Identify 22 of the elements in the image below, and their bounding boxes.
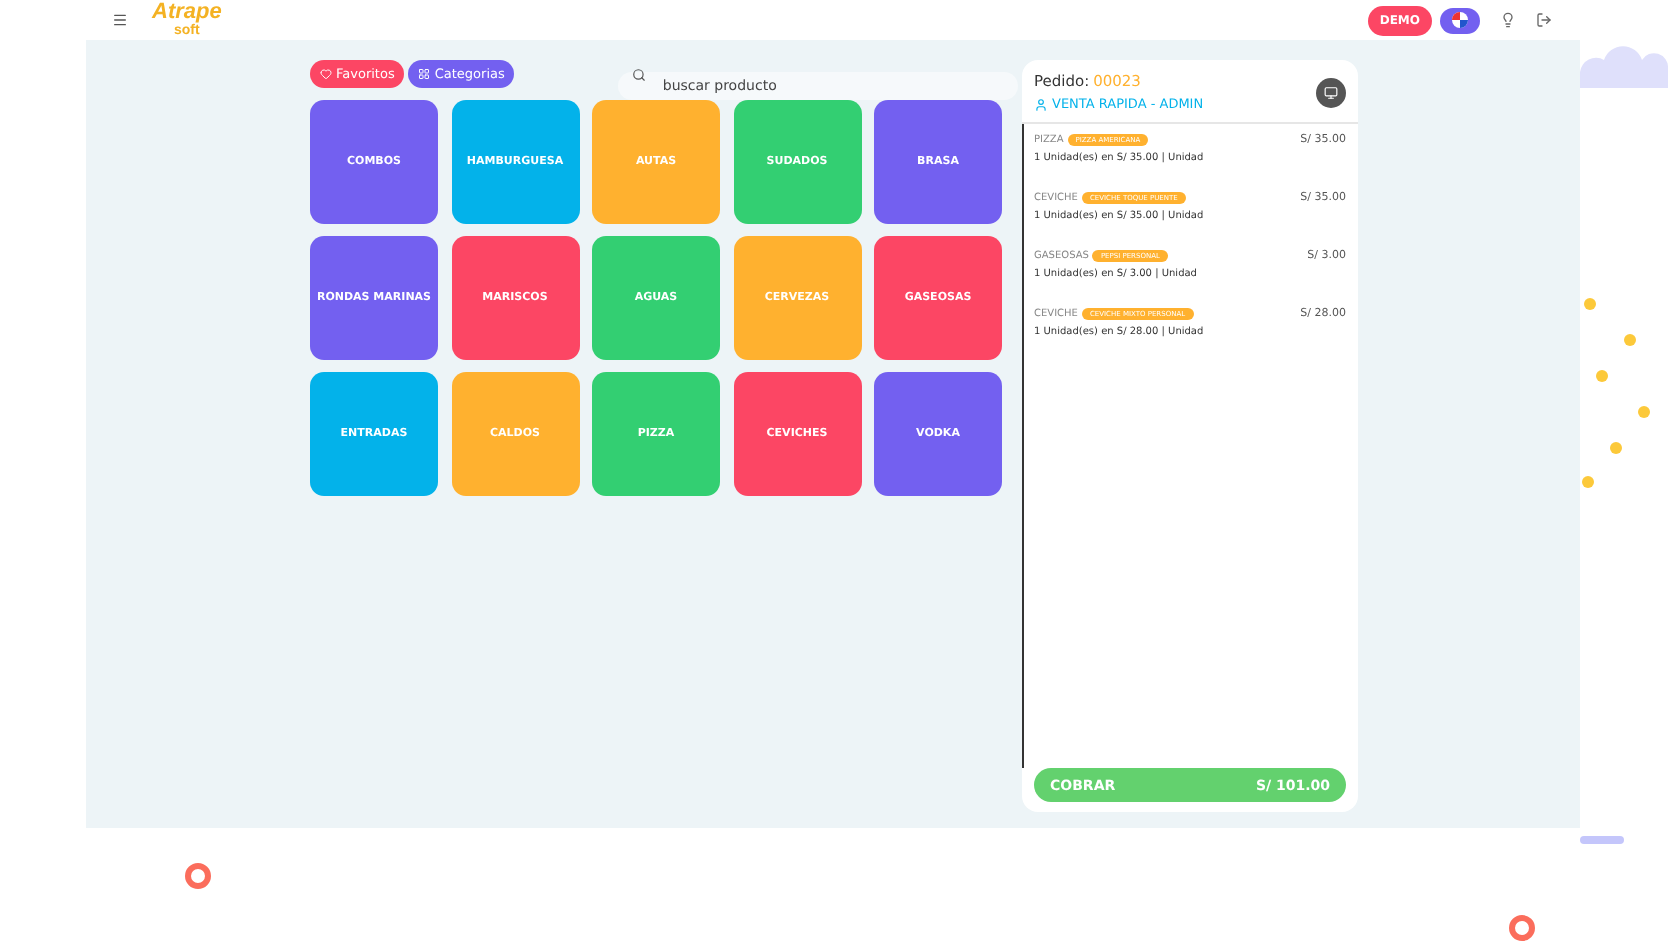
dot-icon: [1582, 476, 1594, 488]
flag-icon: [1452, 12, 1468, 28]
dot-icon: [1610, 442, 1622, 454]
logout-icon[interactable]: [1536, 12, 1552, 28]
lightbulb-icon[interactable]: [1500, 12, 1516, 28]
language-button[interactable]: [1440, 7, 1480, 33]
dot-icon: [1638, 406, 1650, 418]
bar-drawing: [1580, 836, 1624, 844]
cloud-drawing: [1580, 44, 1668, 88]
dot-icon: [1596, 370, 1608, 382]
logo-text: Atrape: [152, 2, 222, 24]
dot-icon: [1584, 298, 1596, 310]
ring-icon: [184, 862, 212, 890]
grid-icon: [418, 68, 431, 80]
menu-icon[interactable]: [112, 12, 128, 28]
heart-icon: [320, 68, 332, 80]
dot-icon: [1624, 334, 1636, 346]
monitor-button[interactable]: [1316, 77, 1346, 107]
ring-icon: [1508, 914, 1536, 942]
user-icon: [1034, 97, 1048, 111]
search-icon: [632, 67, 647, 81]
monitor-icon: [1324, 85, 1338, 99]
